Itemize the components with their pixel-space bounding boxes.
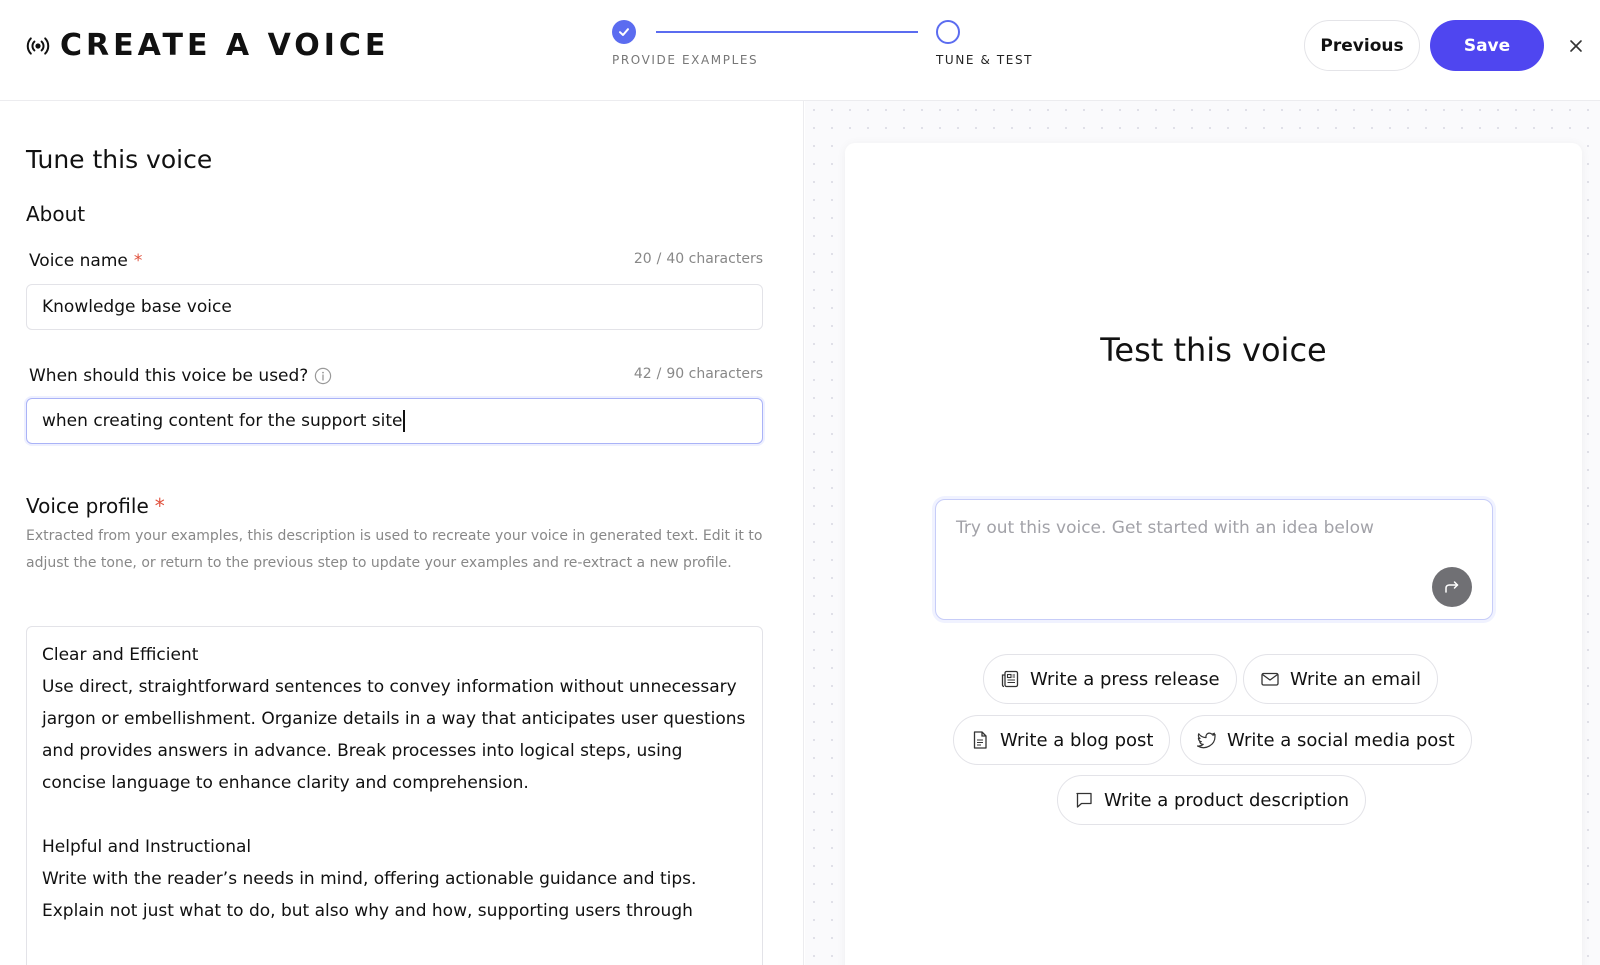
profile-section-title: Helpful and Instructional (42, 837, 252, 857)
step-label-provide-examples[interactable]: PROVIDE EXAMPLES (612, 53, 758, 67)
suggestion-label: Write a press release (1030, 668, 1220, 690)
suggestion-label: Write an email (1290, 668, 1422, 690)
suggestion-label: Write a product description (1104, 789, 1350, 811)
suggestion-blog-post[interactable]: Write a blog post (953, 715, 1171, 765)
test-panel: Test this voice Try out this voice. Get … (805, 101, 1600, 965)
voice-name-counter: 20/40 characters (634, 251, 763, 267)
voice-name-label: Voice name * (29, 251, 142, 271)
suggestion-product-description[interactable]: Write a product description (1057, 775, 1367, 825)
info-icon[interactable] (314, 367, 332, 385)
suggestion-label: Write a blog post (1000, 729, 1154, 751)
step-label-tune-test: TUNE & TEST (936, 53, 1034, 67)
profile-section-body: Write with the reader’s needs in mind, o… (42, 869, 697, 921)
suggestion-email[interactable]: Write an email (1243, 654, 1439, 704)
usage-counter: 42/90 characters (634, 366, 763, 382)
suggestion-label: Write a social media post (1227, 729, 1455, 751)
profile-section-title: Clear and Efficient (42, 645, 199, 665)
newspaper-icon (1000, 669, 1020, 689)
page-title: CREATE A VOICE (60, 28, 390, 63)
required-marker: * (154, 494, 165, 518)
previous-button[interactable]: Previous (1304, 20, 1420, 71)
brand: CREATE A VOICE (26, 28, 389, 64)
send-arrow-icon[interactable] (1432, 567, 1472, 607)
voice-profile-heading: Voice profile * (26, 494, 165, 518)
usage-count: 42 (633, 366, 652, 382)
usage-value: when creating content for the support si… (42, 411, 403, 431)
suggestion-social-media-post[interactable]: Write a social media post (1180, 715, 1472, 765)
usage-max: 90 characters (666, 366, 763, 382)
voice-name-label-text: Voice name (29, 251, 128, 271)
counter-separator: / (656, 251, 662, 267)
voice-name-count: 20 (633, 251, 652, 267)
required-marker: * (133, 251, 143, 271)
tune-heading: Tune this voice (26, 145, 213, 174)
step-current-indicator (936, 20, 960, 44)
voice-name-input[interactable]: Knowledge base voice (26, 284, 763, 330)
document-icon (970, 730, 990, 750)
profile-section-body: Use direct, straightforward sentences to… (42, 677, 746, 793)
voice-profile-textarea[interactable]: Clear and Efficient Use direct, straight… (26, 626, 763, 965)
save-button[interactable]: Save (1430, 20, 1544, 71)
usage-label-text: When should this voice be used? (29, 366, 309, 386)
voice-profile-heading-text: Voice profile (26, 494, 149, 518)
close-icon[interactable] (1564, 34, 1588, 58)
about-heading: About (26, 202, 86, 226)
broadcast-icon (26, 36, 50, 56)
test-card: Test this voice Try out this voice. Get … (845, 143, 1582, 965)
mail-icon (1260, 669, 1280, 689)
progress-stepper: PROVIDE EXAMPLES TUNE & TEST (612, 18, 1052, 78)
step-complete-check-icon[interactable] (612, 20, 636, 44)
counter-separator: / (656, 366, 662, 382)
test-title: Test this voice (1100, 331, 1327, 369)
voice-name-value: Knowledge base voice (42, 297, 232, 317)
tune-panel: Tune this voice About Voice name * 20/40… (0, 101, 804, 965)
suggestion-press-release[interactable]: Write a press release (983, 654, 1237, 704)
step-connector (656, 31, 918, 33)
twitter-icon (1197, 730, 1217, 750)
voice-name-max: 40 characters (666, 251, 763, 267)
prompt-placeholder: Try out this voice. Get started with an … (956, 518, 1374, 538)
text-caret (403, 410, 406, 432)
chat-bubble-icon (1074, 790, 1094, 810)
voice-profile-description: Extracted from your examples, this descr… (26, 528, 763, 571)
usage-input[interactable]: when creating content for the support si… (26, 398, 763, 444)
prompt-input[interactable]: Try out this voice. Get started with an … (935, 499, 1493, 620)
top-bar: CREATE A VOICE PROVIDE EXAMPLES TUNE & T… (0, 0, 1600, 101)
usage-label: When should this voice be used? (29, 366, 332, 386)
